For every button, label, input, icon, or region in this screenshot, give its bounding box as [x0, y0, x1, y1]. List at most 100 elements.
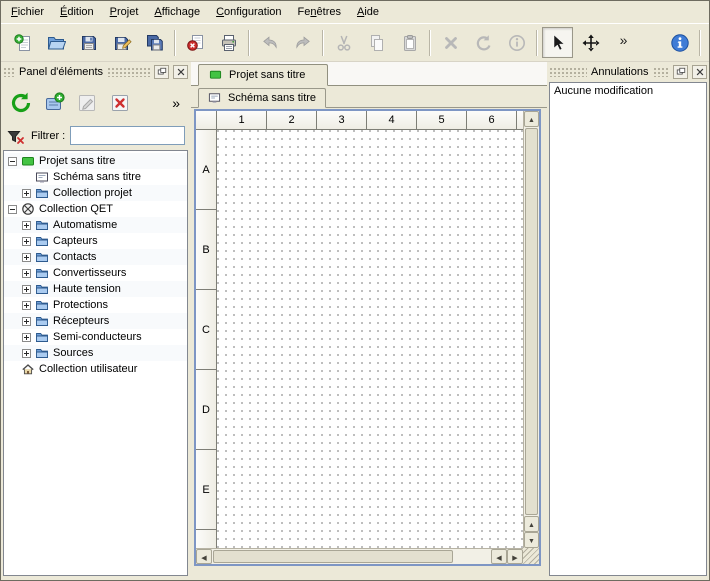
- expander-plus-icon[interactable]: [22, 253, 31, 262]
- tree-item[interactable]: Collection projet: [4, 185, 187, 201]
- vertical-scroll-thumb[interactable]: [525, 128, 538, 515]
- dock-grip[interactable]: [549, 67, 587, 77]
- open-project-button[interactable]: [40, 27, 71, 58]
- new-element-button[interactable]: [39, 88, 69, 118]
- menu-item-3[interactable]: Affichage: [146, 3, 208, 21]
- delete-icon: [441, 33, 461, 53]
- cut-button[interactable]: [328, 27, 359, 58]
- column-header: 4: [367, 111, 417, 129]
- dock-grip[interactable]: [107, 67, 150, 77]
- rotate-button[interactable]: [468, 27, 499, 58]
- menu-item-1[interactable]: Édition: [52, 3, 102, 21]
- filter-input[interactable]: [70, 126, 185, 145]
- save-all-button[interactable]: [139, 27, 170, 58]
- scroll-up-button-alt[interactable]: ▲: [524, 516, 539, 532]
- select-mode-button[interactable]: [542, 27, 573, 58]
- new-project-button[interactable]: [7, 27, 38, 58]
- undo-list[interactable]: Aucune modification: [549, 82, 707, 576]
- tree-item[interactable]: Récepteurs: [4, 313, 187, 329]
- expander-plus-icon[interactable]: [22, 333, 31, 342]
- tree-item[interactable]: Schéma sans titre: [4, 169, 187, 185]
- vertical-scrollbar[interactable]: ▲ ▲ ▼: [523, 111, 539, 548]
- expander-plus-icon[interactable]: [22, 285, 31, 294]
- dock-grip[interactable]: [653, 67, 670, 77]
- undo-panel-titlebar[interactable]: Annulations: [549, 64, 707, 80]
- menu-item-2[interactable]: Projet: [102, 3, 147, 21]
- copy-button[interactable]: [361, 27, 392, 58]
- vertical-scroll-track[interactable]: [524, 127, 539, 516]
- toolbar-separator: [322, 30, 324, 56]
- scroll-down-button[interactable]: ▼: [524, 532, 539, 548]
- tree-item[interactable]: Capteurs: [4, 233, 187, 249]
- horizontal-scroll-track[interactable]: [212, 549, 491, 564]
- expander-plus-icon[interactable]: [22, 269, 31, 278]
- print-button[interactable]: [213, 27, 244, 58]
- expander-spacer: [8, 365, 17, 374]
- scroll-up-button[interactable]: ▲: [524, 111, 539, 127]
- close-file-button[interactable]: [180, 27, 211, 58]
- column-header: 1: [217, 111, 267, 129]
- undo-panel-close-button[interactable]: [692, 65, 707, 79]
- dock-grip[interactable]: [3, 67, 15, 77]
- save-button[interactable]: [73, 27, 104, 58]
- toolbar-separator: [174, 30, 176, 56]
- scroll-left-button-alt[interactable]: ◀: [491, 549, 507, 564]
- paste-button[interactable]: [394, 27, 425, 58]
- menu-item-4[interactable]: Configuration: [208, 3, 289, 21]
- undo-panel-float-button[interactable]: [673, 65, 688, 79]
- horizontal-scrollbar[interactable]: ◀ ◀ ▶: [196, 548, 523, 564]
- tree-item[interactable]: Collection QET: [4, 201, 187, 217]
- edit-element-button[interactable]: [72, 88, 102, 118]
- menu-item-6[interactable]: Aide: [349, 3, 387, 21]
- edit-element-icon: [75, 91, 99, 115]
- scroll-right-button[interactable]: ▶: [507, 549, 523, 564]
- expander-plus-icon[interactable]: [22, 317, 31, 326]
- schema-canvas[interactable]: [217, 130, 523, 548]
- qet-icon: [21, 202, 35, 216]
- elements-panel-float-button[interactable]: [154, 65, 169, 79]
- pan-mode-button[interactable]: [575, 27, 606, 58]
- toolbar-separator: [536, 30, 538, 56]
- tree-item-label: Semi-conducteurs: [53, 331, 142, 343]
- expander-plus-icon[interactable]: [22, 237, 31, 246]
- folder-icon: [35, 282, 49, 296]
- tab-project[interactable]: Projet sans titre: [198, 64, 328, 86]
- panel-overflow-button[interactable]: »: [172, 95, 185, 111]
- tree-item[interactable]: Sources: [4, 345, 187, 361]
- elements-panel-titlebar[interactable]: Panel d'éléments: [3, 64, 188, 80]
- elements-panel-close-button[interactable]: [173, 65, 188, 79]
- save-icon: [79, 33, 99, 53]
- toolbar-overflow-button[interactable]: »: [608, 27, 639, 58]
- scroll-left-button[interactable]: ◀: [196, 549, 212, 564]
- undo-button[interactable]: [254, 27, 285, 58]
- expander-plus-icon[interactable]: [22, 349, 31, 358]
- tree-item[interactable]: Protections: [4, 297, 187, 313]
- delete-button[interactable]: [435, 27, 466, 58]
- tree-item[interactable]: Projet sans titre: [4, 153, 187, 169]
- menu-item-5[interactable]: Fenêtres: [290, 3, 349, 21]
- menu-item-0[interactable]: Fichier: [3, 3, 52, 21]
- expander-minus-icon[interactable]: [8, 157, 17, 166]
- tab-schema[interactable]: Schéma sans titre: [198, 88, 326, 108]
- horizontal-scroll-thumb[interactable]: [213, 550, 453, 563]
- about-qet-button[interactable]: [664, 27, 695, 58]
- clear-filter-button[interactable]: [6, 126, 26, 146]
- delete-element-button[interactable]: [105, 88, 135, 118]
- print-icon: [219, 33, 239, 53]
- expander-minus-icon[interactable]: [8, 205, 17, 214]
- expander-plus-icon[interactable]: [22, 221, 31, 230]
- expander-plus-icon[interactable]: [22, 189, 31, 198]
- redo-button[interactable]: [287, 27, 318, 58]
- tree-item[interactable]: Automatisme: [4, 217, 187, 233]
- tree-item[interactable]: Contacts: [4, 249, 187, 265]
- properties-button[interactable]: [501, 27, 532, 58]
- tree-item[interactable]: Convertisseurs: [4, 265, 187, 281]
- save-as-button[interactable]: [106, 27, 137, 58]
- tree-item[interactable]: Collection utilisateur: [4, 361, 187, 377]
- tree-item[interactable]: Haute tension: [4, 281, 187, 297]
- resize-grip[interactable]: [523, 548, 539, 564]
- tree-item[interactable]: Semi-conducteurs: [4, 329, 187, 345]
- expander-plus-icon[interactable]: [22, 301, 31, 310]
- reload-collections-button[interactable]: [6, 88, 36, 118]
- qelectrotech-window: FichierÉditionProjetAffichageConfigurati…: [0, 0, 710, 581]
